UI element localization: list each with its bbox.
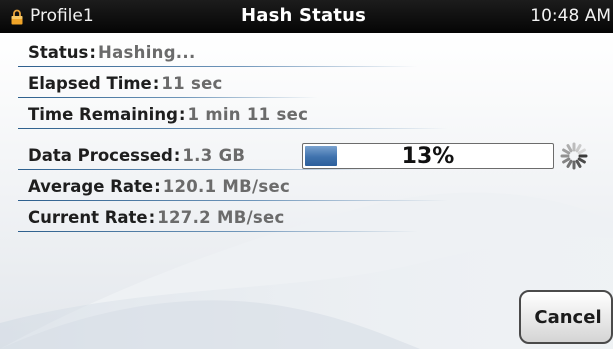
spinner-segment [577,157,586,164]
spinner-segment [575,159,582,168]
info-row-separator: : [178,105,186,124]
info-row: Status: Hashing... [28,38,608,69]
row-divider [18,97,318,98]
info-row-label: Data Processed [28,146,173,165]
info-row: Elapsed Time: 11 sec [28,69,608,100]
page-title: Hash Status [240,5,367,26]
status-bar: Profile1 Hash Status 10:48 AM [0,0,613,33]
spinner-segment [566,159,573,168]
info-row: Time Remaining: 1 min 11 sec [28,100,608,131]
progress-percent: 13% [401,144,455,169]
spinner-segment [566,144,573,153]
info-row: Average Rate: 120.1 MB/sec [28,172,608,203]
spinner-icon [560,142,588,170]
spinner-segment [562,148,571,155]
row-divider [18,200,448,201]
clock: 10:48 AM [530,6,611,26]
info-row-value: 127.2 MB/sec [157,208,285,227]
spinner-segment [562,157,571,164]
info-row-label: Status [28,43,89,62]
progress-bar: 13% [302,143,554,169]
row-divider [18,66,418,67]
info-row-separator: : [173,146,181,165]
info-row-separator: : [148,208,156,227]
info-row-value: 1.3 GB [182,146,246,165]
info-row-separator: : [89,43,96,62]
info-row-value: 1 min 11 sec [187,105,309,124]
info-row-label: Elapsed Time [28,74,152,93]
info-row-label: Current Rate [28,208,148,227]
row-divider [18,231,418,232]
spinner-segment [575,144,582,153]
info-row-label: Average Rate [28,177,154,196]
info-row-separator: : [154,177,161,196]
info-row-label: Time Remaining [28,105,178,124]
info-row-value: 120.1 MB/sec [162,177,291,196]
info-row-value: 11 sec [161,74,223,93]
info-row: Current Rate: 127.2 MB/sec [28,203,608,234]
info-row-separator: : [152,74,160,93]
spinner-segment [577,148,586,155]
cancel-button[interactable]: Cancel [519,290,613,344]
info-row-value: Hashing... [97,43,196,62]
row-divider [18,128,448,129]
